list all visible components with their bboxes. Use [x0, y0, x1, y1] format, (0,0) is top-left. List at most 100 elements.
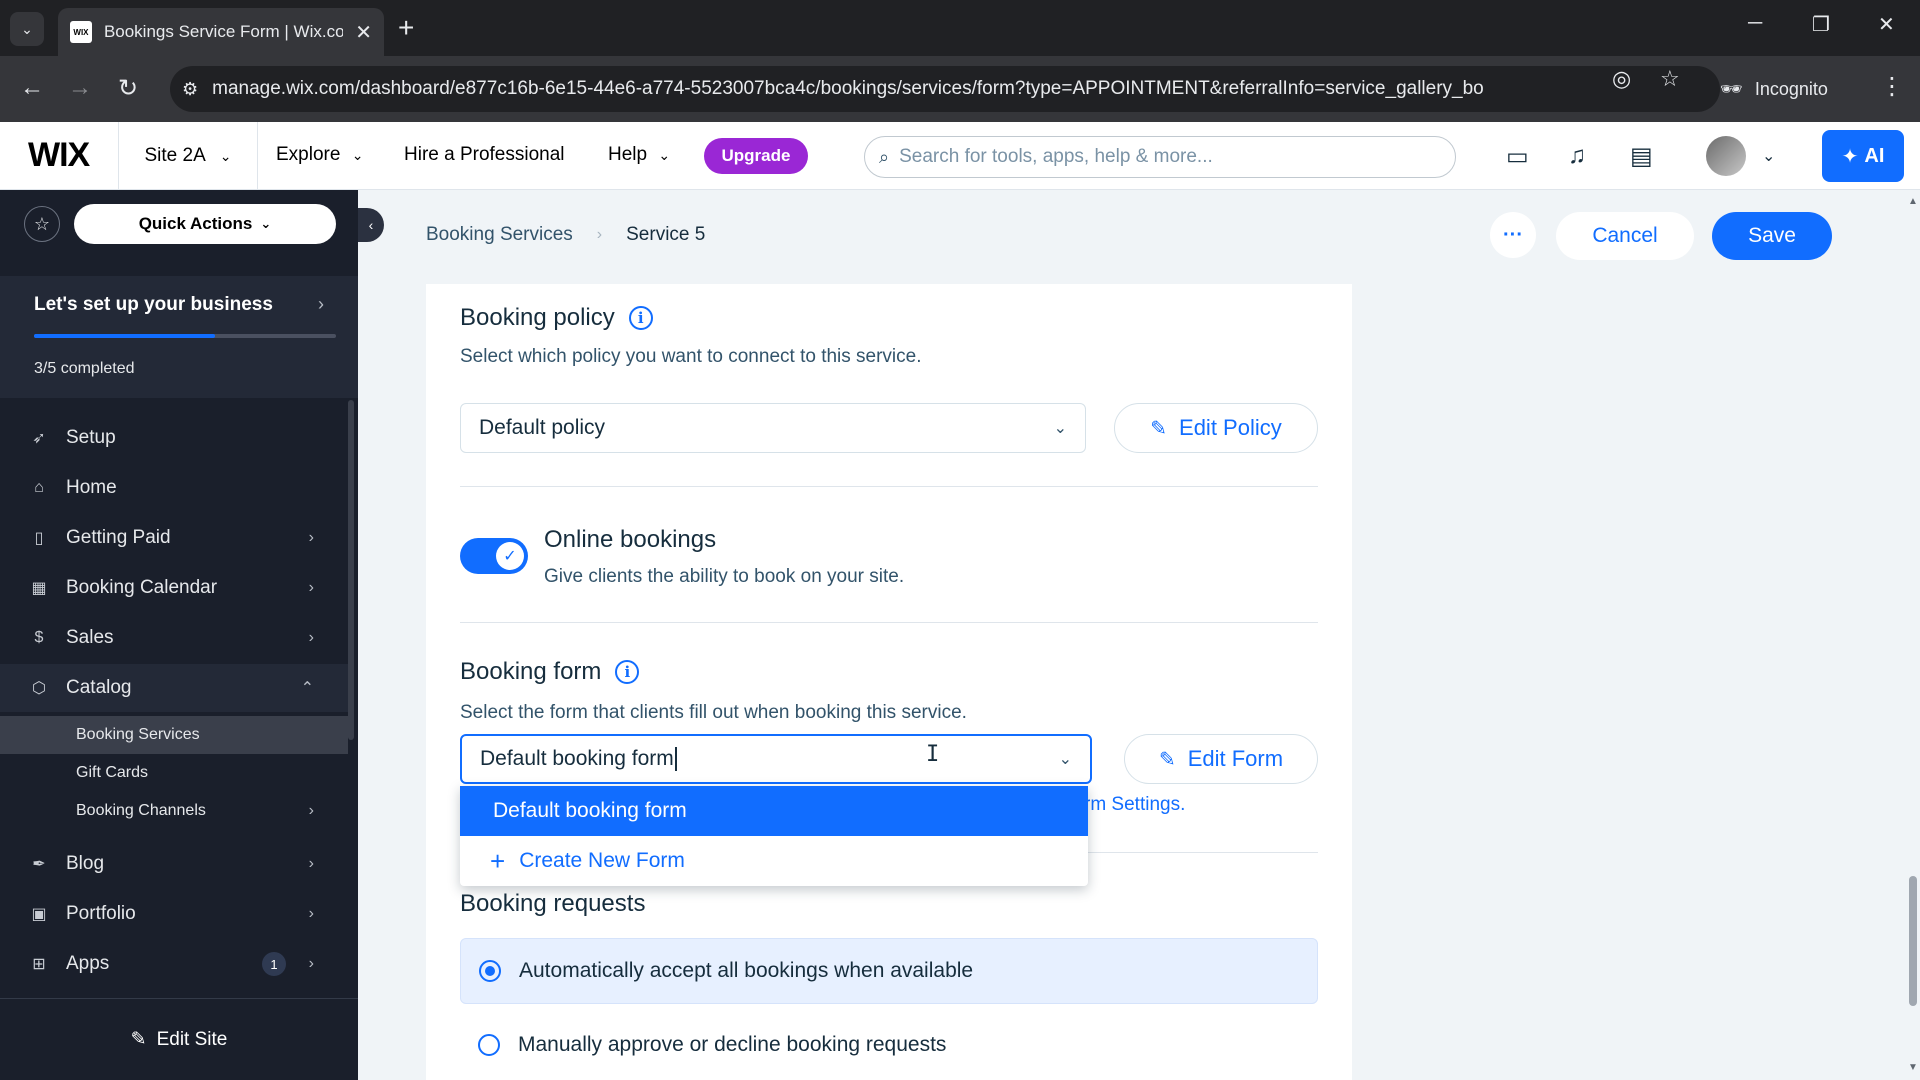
search-bar[interactable]: ⌕ [864, 136, 1456, 178]
sidebar-item-catalog[interactable]: ⬡ Catalog ⌃ [0, 664, 348, 712]
sidebar-item-blog[interactable]: ✒ Blog › [0, 840, 348, 888]
nav-hire-professional[interactable]: Hire a Professional [404, 144, 565, 166]
edit-site-button[interactable]: ✎ Edit Site [0, 998, 358, 1080]
sidebar-item-sales[interactable]: $ Sales › [0, 614, 348, 662]
url-text[interactable]: manage.wix.com/dashboard/e877c16b-6e15-4… [212, 78, 1532, 100]
scroll-up-icon[interactable]: ▲ [1908, 196, 1918, 207]
nav-explore[interactable]: Explore ⌄ [276, 144, 363, 166]
cancel-button[interactable]: Cancel [1556, 212, 1694, 260]
radio-manual-approve[interactable]: Manually approve or decline booking requ… [460, 1012, 1318, 1078]
booking-form-select[interactable]: Default booking form ⌄ [460, 734, 1092, 784]
incognito-indicator[interactable]: 🕶 Incognito [1720, 66, 1828, 112]
edit-form-button[interactable]: ✎ Edit Form [1124, 734, 1318, 784]
sidebar-item-setup[interactable]: ➶ Setup [0, 414, 348, 462]
star-icon[interactable]: ☆ [24, 206, 60, 242]
rocket-icon: ➶ [32, 430, 46, 447]
pencil-icon: ✎ [1150, 417, 1168, 440]
save-button[interactable]: Save [1712, 212, 1832, 260]
chevron-right-icon: › [308, 629, 314, 646]
chevron-down-icon: ⌄ [351, 147, 364, 163]
invoice-icon: ▯ [34, 530, 44, 547]
setup-progress-card[interactable]: Let's set up your business › 3/5 complet… [0, 276, 358, 398]
booking-requests-heading: Booking requests [460, 890, 646, 917]
sparkle-icon: ✦ [1841, 145, 1859, 168]
sidebar-item-portfolio[interactable]: ▣ Portfolio › [0, 890, 348, 938]
more-actions-button[interactable]: ··· [1490, 212, 1536, 258]
browser-menu-icon[interactable]: ⋮ [1880, 72, 1904, 101]
chevron-right-icon: › [308, 579, 314, 596]
eye-off-icon[interactable]: ◎ [1612, 66, 1631, 92]
sidebar-item-home[interactable]: ⌂ Home [0, 464, 348, 512]
online-bookings-toggle[interactable]: ✓ [460, 538, 528, 574]
edit-policy-button[interactable]: ✎ Edit Policy [1114, 403, 1318, 453]
wix-logo[interactable]: WIX [28, 136, 90, 175]
form-settings-link[interactable]: rm Settings. [1084, 794, 1185, 816]
page-scroll-thumb[interactable] [1909, 876, 1917, 1006]
policy-select[interactable]: Default policy ⌄ [460, 403, 1086, 453]
radio-button[interactable] [479, 960, 501, 982]
chevron-down-icon: ⌄ [1053, 420, 1067, 437]
nav-help[interactable]: Help ⌄ [608, 144, 670, 166]
sidebar-item-apps[interactable]: ⊞ Apps 1 › [0, 940, 348, 988]
close-window-icon[interactable]: ✕ [1878, 12, 1895, 37]
tab-title: Bookings Service Form | Wix.com [103, 22, 344, 41]
sidebar-subitem-booking-channels[interactable]: Booking Channels › [0, 792, 348, 830]
restore-icon[interactable]: ❐ [1812, 12, 1830, 37]
site-selector[interactable]: Site 2A ⌄ [118, 122, 258, 190]
radio-auto-accept[interactable]: Automatically accept all bookings when a… [460, 938, 1318, 1004]
breadcrumb-current: Service 5 [626, 224, 706, 245]
chevron-right-icon: › [596, 226, 603, 243]
scroll-down-icon[interactable]: ▼ [1908, 1062, 1918, 1073]
omnibox[interactable]: ⚙ manage.wix.com/dashboard/e877c16b-6e15… [170, 66, 1720, 112]
avatar[interactable] [1706, 136, 1746, 176]
news-icon[interactable]: ▤ [1630, 142, 1653, 171]
minimize-icon[interactable]: ─ [1748, 12, 1762, 35]
upgrade-button[interactable]: Upgrade [704, 138, 808, 174]
pen-nib-icon: ✒ [32, 856, 46, 873]
booking-policy-heading: Booking policy i [460, 304, 653, 332]
bell-icon[interactable]: ♫ [1568, 142, 1586, 170]
sidebar-item-getting-paid[interactable]: ▯ Getting Paid › [0, 514, 348, 562]
forward-icon[interactable]: → [68, 74, 92, 102]
divider [460, 486, 1318, 487]
bookmark-star-icon[interactable]: ☆ [1660, 66, 1680, 92]
chevron-down-icon: ⌄ [219, 147, 232, 164]
tab-search-icon[interactable]: ⌄ [10, 12, 44, 46]
chevron-right-icon: › [308, 905, 314, 922]
collapse-sidebar-icon[interactable]: ‹ [358, 208, 384, 242]
sidebar-item-booking-calendar[interactable]: ▦ Booking Calendar › [0, 564, 348, 612]
browser-tab[interactable]: WIX Bookings Service Form | Wix.com ✕ [58, 8, 384, 56]
quick-actions-button[interactable]: Quick Actions ⌄ [74, 204, 336, 244]
sidebar-subitem-booking-services[interactable]: Booking Services [0, 716, 348, 754]
reload-icon[interactable]: ↻ [118, 74, 138, 103]
search-input[interactable] [899, 146, 1420, 168]
create-new-form-option[interactable]: + Create New Form [460, 836, 1088, 886]
ai-button[interactable]: ✦ AI [1822, 130, 1904, 182]
service-settings-card: Booking policy i Select which policy you … [426, 284, 1352, 1080]
home-icon: ⌂ [34, 479, 44, 496]
sidebar-scrollbar[interactable] [348, 400, 354, 740]
setup-progress-fill [34, 334, 216, 338]
sidebar-subitem-gift-cards[interactable]: Gift Cards [0, 754, 348, 792]
tab-close-icon[interactable]: ✕ [355, 20, 372, 45]
browser-tab-bar: ⌄ WIX Bookings Service Form | Wix.com ✕ … [0, 0, 1920, 56]
breadcrumb-booking-services[interactable]: Booking Services [426, 224, 573, 246]
dollar-icon: $ [34, 629, 44, 646]
setup-progress-bar [34, 334, 336, 338]
plus-icon: + [490, 845, 506, 876]
chat-icon[interactable]: ▭ [1506, 142, 1529, 171]
chevron-down-icon[interactable]: ⌄ [1762, 146, 1775, 166]
chevron-right-icon: › [308, 802, 314, 819]
booking-form-heading: Booking form i [460, 658, 640, 686]
info-icon[interactable]: i [615, 660, 640, 684]
info-icon[interactable]: i [628, 306, 653, 330]
site-info-icon[interactable]: ⚙ [182, 79, 198, 100]
dropdown-option-default-form[interactable]: Default booking form [460, 786, 1088, 836]
back-icon[interactable]: ← [20, 74, 44, 102]
online-bookings-desc: Give clients the ability to book on your… [544, 566, 905, 587]
check-icon: ✓ [496, 542, 524, 570]
radio-button[interactable] [478, 1034, 500, 1056]
page-scrollbar[interactable]: ▲ ▼ [1906, 190, 1920, 1080]
sidebar: ☆ Quick Actions ⌄ Let's set up your busi… [0, 190, 358, 1080]
new-tab-icon[interactable]: + [398, 12, 414, 44]
